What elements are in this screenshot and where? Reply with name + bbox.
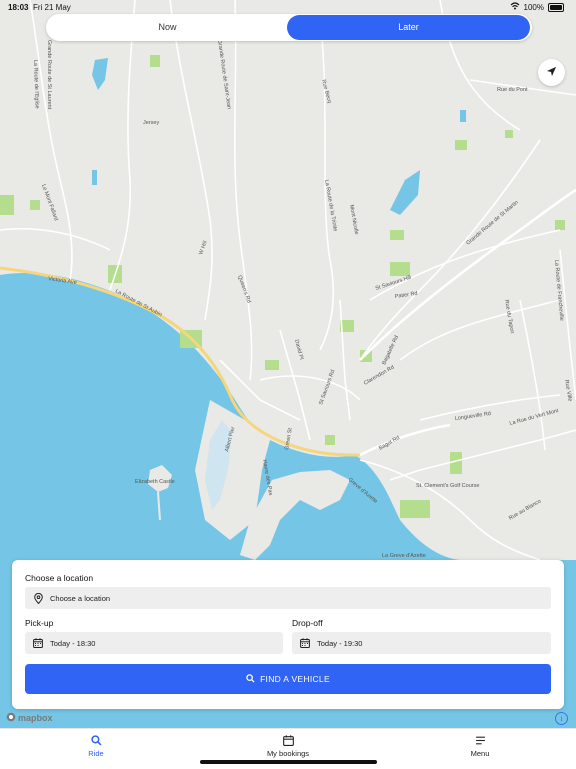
tab-my-bookings-label: My bookings (266, 749, 310, 758)
tab-ride[interactable]: Ride (46, 735, 146, 758)
mapbox-logo[interactable]: mapbox (6, 712, 53, 724)
search-icon (246, 673, 255, 685)
tab-my-bookings[interactable]: My bookings (238, 735, 338, 758)
map-label-rue-du-pont: Rue du Pont (497, 87, 528, 93)
tab-bar: Ride My bookings Menu (0, 728, 576, 769)
location-heading: Choose a location (25, 573, 94, 583)
info-icon[interactable]: i (555, 712, 568, 725)
calendar-icon (299, 637, 311, 649)
location-placeholder: Choose a location (50, 593, 111, 603)
pickup-field[interactable]: Today - 18:30 (25, 632, 283, 654)
map-pin-icon (32, 592, 44, 604)
find-vehicle-button[interactable]: FIND A VEHICLE (25, 664, 551, 694)
tab-menu[interactable]: Menu (430, 735, 530, 758)
tab-ride-label: Ride (88, 749, 104, 758)
wifi-icon (510, 2, 520, 12)
pickup-heading: Pick-up (25, 618, 54, 628)
location-arrow-icon (546, 64, 557, 82)
map-label-grande-route-st-laurent: Grande Route de St Laurent (46, 40, 52, 110)
toggle-later[interactable]: Later (287, 15, 530, 40)
map-label-st-clements: St. Clement's Golf Course (416, 483, 479, 489)
calendar-icon (238, 735, 338, 747)
map-label-greve: La Greve d'Azette (382, 553, 426, 559)
toggle-now[interactable]: Now (46, 14, 289, 41)
dropoff-value: Today - 19:30 (317, 638, 363, 648)
locate-me-button[interactable] (538, 59, 565, 86)
battery-icon (548, 2, 564, 12)
battery-percent: 100% (523, 2, 544, 12)
location-field[interactable]: Choose a location (25, 587, 551, 609)
mapbox-text: mapbox (18, 713, 53, 723)
tab-menu-label: Menu (470, 749, 490, 758)
search-icon (46, 735, 146, 747)
map-label-elizabeth-castle: Elizabeth Castle (135, 479, 175, 485)
status-time: 18:03 (8, 3, 29, 12)
status-date: Fri 21 May (33, 3, 71, 12)
dropoff-heading: Drop-off (292, 618, 323, 628)
pickup-value: Today - 18:30 (50, 638, 96, 648)
calendar-icon (32, 637, 44, 649)
dropoff-field[interactable]: Today - 19:30 (292, 632, 551, 654)
booking-panel: Choose a location Choose a location Pick… (12, 560, 564, 709)
status-bar: 18:03 Fri 21 May 100% (0, 0, 576, 14)
status-right: 100% (510, 2, 564, 12)
time-toggle: Now Later (46, 14, 532, 41)
menu-icon (430, 735, 530, 747)
home-indicator (200, 760, 377, 764)
map-label-jersey: Jersey (143, 120, 159, 126)
mapbox-icon (6, 712, 16, 724)
find-vehicle-label: FIND A VEHICLE (260, 674, 330, 684)
